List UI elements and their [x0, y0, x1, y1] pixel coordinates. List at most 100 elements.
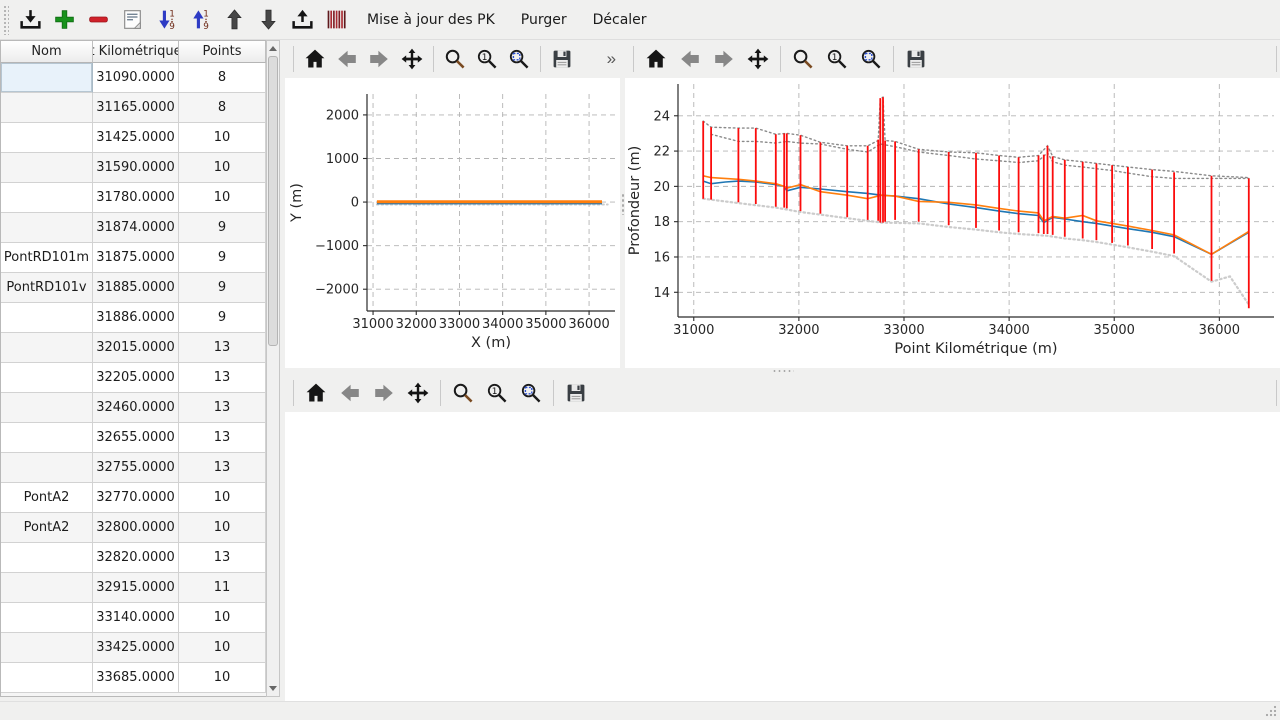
- table-cell[interactable]: 33425.0000: [93, 633, 179, 663]
- table-cell[interactable]: 8: [179, 63, 266, 93]
- table-cell[interactable]: 10: [179, 603, 266, 633]
- table-cell[interactable]: 31780.0000: [93, 183, 179, 213]
- table-cell[interactable]: 31885.0000: [93, 273, 179, 303]
- column-header-nom[interactable]: Nom: [1, 41, 93, 63]
- purge-button[interactable]: Purger: [509, 5, 579, 35]
- scrollbar-down-arrow[interactable]: [267, 682, 279, 695]
- table-cell[interactable]: [1, 63, 93, 93]
- table-cell[interactable]: PontA2: [1, 483, 93, 513]
- forward-button[interactable]: [364, 43, 394, 75]
- update-pk-button[interactable]: Mise à jour des PK: [355, 5, 507, 35]
- table-cell[interactable]: 32755.0000: [93, 453, 179, 483]
- table-row[interactable]: 31090.00008: [1, 63, 266, 93]
- table-cell[interactable]: 31875.0000: [93, 243, 179, 273]
- table-cell[interactable]: PontRD101v: [1, 273, 93, 303]
- home-button[interactable]: [640, 43, 672, 75]
- table-cell[interactable]: 31090.0000: [93, 63, 179, 93]
- table-cell[interactable]: 33140.0000: [93, 603, 179, 633]
- table-cell[interactable]: [1, 633, 93, 663]
- table-cell[interactable]: 9: [179, 303, 266, 333]
- table-cell[interactable]: [1, 183, 93, 213]
- table-row[interactable]: 32015.000013: [1, 333, 266, 363]
- table-cell[interactable]: 33685.0000: [93, 663, 179, 693]
- table-row[interactable]: 33425.000010: [1, 633, 266, 663]
- table-cell[interactable]: 10: [179, 663, 266, 693]
- table-row[interactable]: 33140.000010: [1, 603, 266, 633]
- table-cell[interactable]: 32800.0000: [93, 513, 179, 543]
- back-button[interactable]: [674, 43, 706, 75]
- profile-plot-canvas[interactable]: 3100032000330003400035000360001416182022…: [625, 78, 1280, 368]
- home-button[interactable]: [300, 377, 332, 409]
- table-row[interactable]: 33685.000010: [1, 663, 266, 693]
- table-cell[interactable]: 13: [179, 423, 266, 453]
- sort-descending-button[interactable]: 1 9: [149, 3, 183, 37]
- xy-plot-canvas[interactable]: 310003200033000340003500036000−2000−1000…: [285, 78, 620, 368]
- import-button[interactable]: [13, 3, 47, 37]
- export-button[interactable]: [285, 3, 319, 37]
- zoom-one-button[interactable]: 1: [821, 43, 853, 75]
- table-cell[interactable]: [1, 153, 93, 183]
- table-row[interactable]: 31425.000010: [1, 123, 266, 153]
- table-row[interactable]: 31165.00008: [1, 93, 266, 123]
- table-cell[interactable]: 32915.0000: [93, 573, 179, 603]
- table-cell[interactable]: 10: [179, 633, 266, 663]
- table-row[interactable]: 32820.000013: [1, 543, 266, 573]
- table-row[interactable]: 32655.000013: [1, 423, 266, 453]
- column-header-point-kilometrique[interactable]: t Kilométrique: [93, 41, 179, 63]
- notes-button[interactable]: [115, 3, 149, 37]
- sort-ascending-button[interactable]: 1 9: [183, 3, 217, 37]
- table-cell[interactable]: 10: [179, 123, 266, 153]
- table-cell[interactable]: [1, 213, 93, 243]
- zoom-button[interactable]: [440, 43, 470, 75]
- back-button[interactable]: [334, 377, 366, 409]
- table-cell[interactable]: 10: [179, 183, 266, 213]
- table-row[interactable]: 32460.000013: [1, 393, 266, 423]
- bottom-plot-figure[interactable]: [285, 412, 1280, 701]
- table-cell[interactable]: 13: [179, 363, 266, 393]
- table-cell[interactable]: 13: [179, 333, 266, 363]
- table-cell[interactable]: [1, 423, 93, 453]
- table-cell[interactable]: 31886.0000: [93, 303, 179, 333]
- zoom-button[interactable]: [787, 43, 819, 75]
- table-vertical-scrollbar[interactable]: [266, 40, 280, 697]
- table-cell[interactable]: 31590.0000: [93, 153, 179, 183]
- table-cell[interactable]: [1, 93, 93, 123]
- table-cell[interactable]: [1, 123, 93, 153]
- zoom-region-button[interactable]: [855, 43, 887, 75]
- forward-button[interactable]: [708, 43, 740, 75]
- table-cell[interactable]: 10: [179, 483, 266, 513]
- table-cell[interactable]: PontRD101m: [1, 243, 93, 273]
- table-cell[interactable]: 31425.0000: [93, 123, 179, 153]
- table-row[interactable]: 31780.000010: [1, 183, 266, 213]
- table-cell[interactable]: [1, 663, 93, 693]
- move-down-button[interactable]: [251, 3, 285, 37]
- table-cell[interactable]: 9: [179, 243, 266, 273]
- table-cell[interactable]: [1, 543, 93, 573]
- table-cell[interactable]: 32655.0000: [93, 423, 179, 453]
- back-button[interactable]: [332, 43, 362, 75]
- table-row[interactable]: 31874.00009: [1, 213, 266, 243]
- add-row-button[interactable]: [47, 3, 81, 37]
- remove-row-button[interactable]: [81, 3, 115, 37]
- table-cell[interactable]: 10: [179, 513, 266, 543]
- table-row[interactable]: PontA232770.000010: [1, 483, 266, 513]
- table-cell[interactable]: 13: [179, 393, 266, 423]
- resize-grip-icon[interactable]: [1264, 704, 1278, 718]
- zoom-region-button[interactable]: [515, 377, 547, 409]
- save-button[interactable]: [560, 377, 592, 409]
- table-cell[interactable]: 32015.0000: [93, 333, 179, 363]
- table-cell[interactable]: 9: [179, 273, 266, 303]
- save-button[interactable]: [900, 43, 932, 75]
- pan-button[interactable]: [402, 377, 434, 409]
- table-row[interactable]: 32755.000013: [1, 453, 266, 483]
- table-cell[interactable]: PontA2: [1, 513, 93, 543]
- pan-button[interactable]: [397, 43, 427, 75]
- table-cell[interactable]: 32770.0000: [93, 483, 179, 513]
- home-button[interactable]: [300, 43, 330, 75]
- table-cell[interactable]: [1, 573, 93, 603]
- scrollbar-up-arrow[interactable]: [267, 42, 279, 55]
- pan-button[interactable]: [742, 43, 774, 75]
- table-cell[interactable]: 11: [179, 573, 266, 603]
- table-cell[interactable]: [1, 363, 93, 393]
- table-cell[interactable]: [1, 303, 93, 333]
